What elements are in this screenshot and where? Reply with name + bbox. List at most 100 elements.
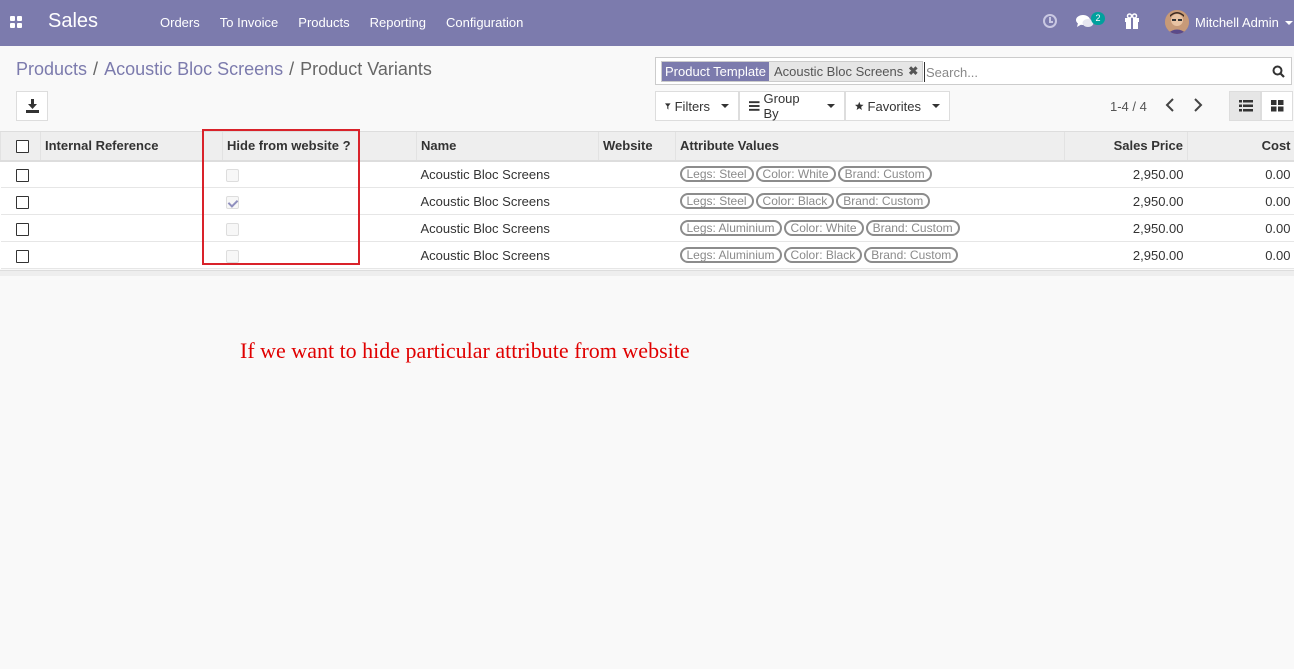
column-header-website[interactable]: Website — [598, 131, 676, 162]
menu-configuration[interactable]: Configuration — [436, 0, 533, 46]
table-footer — [0, 270, 1294, 276]
attribute-values-cell[interactable]: Legs: Steel Color: White Brand: Custom — [675, 160, 1065, 188]
attribute-tag: Brand: Custom — [837, 166, 932, 183]
chat-counter-badge: 2 — [1091, 12, 1105, 25]
chevron-right-icon[interactable] — [1193, 98, 1203, 112]
chevron-down-icon — [827, 104, 835, 108]
table-row[interactable]: Acoustic Bloc Screens Legs: Steel Color: … — [0, 160, 1294, 188]
menu-reporting[interactable]: Reporting — [360, 0, 436, 46]
row-select-checkbox[interactable] — [15, 168, 29, 182]
table-row[interactable]: Acoustic Bloc Screens Legs: Aluminium Col… — [0, 214, 1294, 242]
group-by-button[interactable]: Group By — [739, 91, 845, 121]
apps-grid-icon[interactable] — [10, 16, 22, 28]
attribute-tag: Brand: Custom — [864, 247, 959, 263]
sales-price-cell[interactable]: 2,950.00 — [1064, 241, 1188, 269]
cost-cell[interactable]: 0.00 — [1187, 241, 1294, 269]
clock-icon[interactable] — [1043, 14, 1057, 28]
cost-cell[interactable]: 0.00 — [1187, 214, 1294, 242]
website-cell[interactable] — [598, 187, 676, 215]
website-cell[interactable] — [598, 160, 676, 188]
breadcrumb-separator: / — [289, 59, 295, 79]
user-avatar[interactable] — [1165, 10, 1189, 34]
attribute-tag: Legs: Aluminium — [679, 247, 782, 263]
facet-remove-icon[interactable]: ✖ — [908, 62, 918, 81]
search-input[interactable] — [924, 62, 1264, 82]
name-cell[interactable]: Acoustic Bloc Screens — [416, 187, 599, 215]
sales-price-cell[interactable]: 2,950.00 — [1064, 187, 1188, 215]
column-header-attribute-values[interactable]: Attribute Values — [675, 131, 1065, 162]
favorites-button[interactable]: Favorites — [845, 91, 950, 121]
row-select-checkbox[interactable] — [15, 249, 29, 263]
gift-icon[interactable] — [1125, 13, 1139, 29]
star-icon — [855, 101, 864, 110]
cost-cell[interactable]: 0.00 — [1187, 160, 1294, 188]
attribute-tag: Brand: Custom — [865, 220, 960, 236]
user-menu-caret-icon[interactable] — [1285, 21, 1293, 25]
main-menu: Orders To Invoice Products Reporting Con… — [150, 0, 533, 46]
list-view-button[interactable] — [1229, 91, 1261, 121]
download-icon — [26, 99, 39, 113]
sales-price-cell[interactable]: 2,950.00 — [1064, 214, 1188, 242]
chevron-left-icon[interactable] — [1165, 98, 1175, 112]
attribute-tag: Color: White — [783, 220, 864, 236]
breadcrumb-separator: / — [93, 59, 99, 79]
breadcrumb: Products / Acoustic Bloc Screens / Produ… — [16, 59, 432, 80]
menu-orders[interactable]: Orders — [150, 0, 210, 46]
row-select-checkbox[interactable] — [15, 195, 29, 209]
attribute-values-cell[interactable]: Legs: Steel Color: Black Brand: Custom — [675, 187, 1065, 215]
group-by-label: Group By — [763, 91, 800, 121]
website-cell[interactable] — [598, 214, 676, 242]
row-select-checkbox[interactable] — [15, 222, 29, 236]
hide-from-website-checkbox[interactable] — [225, 195, 239, 209]
column-header-name[interactable]: Name — [416, 131, 599, 162]
search-icon[interactable] — [1272, 65, 1285, 78]
attribute-tag: Legs: Aluminium — [679, 220, 782, 236]
export-button[interactable] — [16, 91, 48, 121]
attribute-values-cell[interactable]: Legs: Aluminium Color: Black Brand: Custom — [675, 241, 1065, 269]
menu-to-invoice[interactable]: To Invoice — [210, 0, 289, 46]
column-header-hide-from-website[interactable]: Hide from website ? — [222, 131, 417, 162]
column-header-cost[interactable]: Cost — [1187, 131, 1294, 162]
breadcrumb-template[interactable]: Acoustic Bloc Screens — [104, 59, 283, 80]
sales-price-cell[interactable]: 2,950.00 — [1064, 160, 1188, 188]
facet-value-text: Acoustic Bloc Screens — [773, 64, 904, 79]
website-cell[interactable] — [598, 241, 676, 269]
name-cell[interactable]: Acoustic Bloc Screens — [416, 241, 599, 269]
hide-from-website-checkbox[interactable] — [225, 168, 239, 182]
top-navbar: Sales Orders To Invoice Products Reporti… — [0, 0, 1294, 46]
internal-reference-cell[interactable] — [40, 160, 223, 188]
attribute-values-cell[interactable]: Legs: Aluminium Color: White Brand: Custom — [675, 214, 1065, 242]
favorites-label: Favorites — [867, 98, 921, 114]
internal-reference-cell[interactable] — [40, 214, 223, 242]
chevron-down-icon — [932, 104, 940, 108]
table-row[interactable]: Acoustic Bloc Screens Legs: Steel Color: … — [0, 187, 1294, 215]
table-row[interactable]: Acoustic Bloc Screens Legs: Aluminium Col… — [0, 241, 1294, 269]
name-cell[interactable]: Acoustic Bloc Screens — [416, 160, 599, 188]
filters-label: Filters — [674, 98, 710, 114]
user-name[interactable]: Mitchell Admin — [1195, 15, 1279, 30]
hide-from-website-checkbox[interactable] — [225, 249, 239, 263]
column-header-internal-reference[interactable]: Internal Reference — [40, 131, 223, 162]
search-bar: Product Template Acoustic Bloc Screens ✖ — [655, 57, 1292, 85]
breadcrumb-products[interactable]: Products — [16, 59, 87, 80]
select-all-checkbox[interactable] — [16, 140, 29, 154]
internal-reference-cell[interactable] — [40, 187, 223, 215]
hide-from-website-checkbox[interactable] — [225, 222, 239, 236]
attribute-tag: Legs: Steel — [679, 166, 754, 183]
chevron-down-icon — [721, 104, 729, 108]
filters-button[interactable]: Filters — [655, 91, 739, 121]
menu-products[interactable]: Products — [288, 0, 359, 46]
column-header-sales-price[interactable]: Sales Price — [1064, 131, 1188, 162]
cost-cell[interactable]: 0.00 — [1187, 187, 1294, 215]
attribute-tag: Color: White — [755, 166, 836, 183]
pager-value[interactable]: 1-4 / 4 — [1110, 99, 1147, 114]
facet-value: Acoustic Bloc Screens ✖ — [768, 62, 923, 81]
internal-reference-cell[interactable] — [40, 241, 223, 269]
name-cell[interactable]: Acoustic Bloc Screens — [416, 214, 599, 242]
app-title[interactable]: Sales — [48, 10, 98, 33]
kanban-view-button[interactable] — [1261, 91, 1293, 121]
variants-table: Internal Reference Hide from website ? N… — [0, 131, 1294, 269]
bars-icon — [749, 101, 760, 111]
select-all-cell[interactable] — [0, 131, 41, 162]
list-icon — [1239, 100, 1253, 112]
